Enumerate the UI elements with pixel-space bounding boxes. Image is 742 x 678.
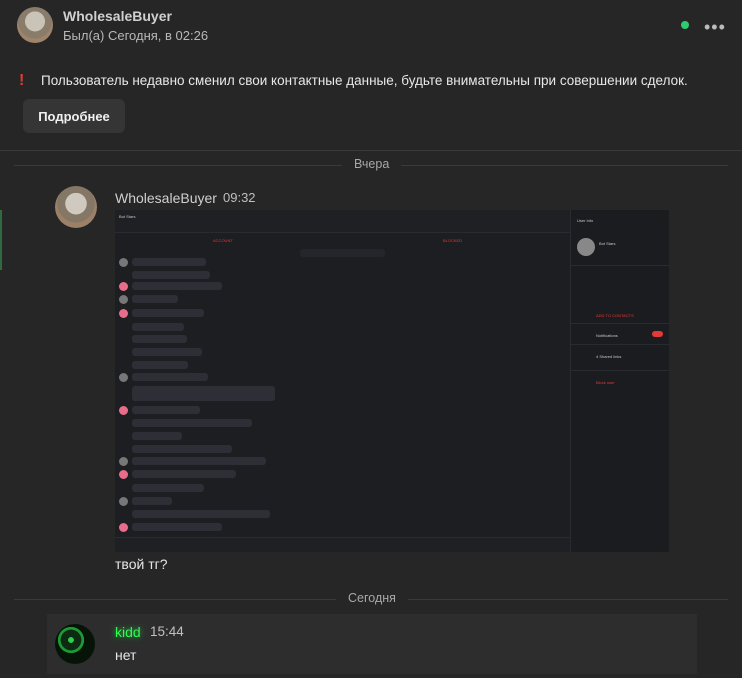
screenshot-avatar bbox=[119, 373, 128, 382]
day-separator: Сегодня bbox=[336, 591, 408, 605]
screenshot-bubble bbox=[132, 295, 178, 303]
screenshot-divider bbox=[570, 344, 669, 345]
screenshot-bubble bbox=[132, 457, 266, 465]
screenshot-red-label: BLOCKED bbox=[443, 238, 463, 243]
day-separator: Вчера bbox=[342, 157, 402, 171]
screenshot-side-title: User Info bbox=[577, 218, 594, 223]
screenshot-bubble bbox=[132, 348, 202, 356]
screenshot-divider bbox=[570, 370, 669, 371]
avatar[interactable] bbox=[17, 7, 53, 43]
screenshot-shared-links: 4 Shared links bbox=[596, 354, 622, 359]
avatar[interactable] bbox=[55, 186, 97, 228]
screenshot-block-user: Block user bbox=[596, 380, 615, 385]
screenshot-bubble bbox=[132, 258, 206, 266]
details-button[interactable]: Подробнее bbox=[23, 99, 125, 133]
message-author[interactable]: WholesaleBuyer bbox=[115, 190, 217, 206]
screenshot-add-contacts: ADD TO CONTACTS bbox=[596, 313, 634, 318]
screenshot-notifications: Notifications bbox=[596, 333, 618, 338]
screenshot-bubble bbox=[132, 470, 236, 478]
more-options-icon[interactable]: ••• bbox=[704, 17, 726, 38]
screenshot-bubble bbox=[132, 419, 252, 427]
message-highlight bbox=[47, 614, 697, 674]
screenshot-bubble bbox=[132, 373, 208, 381]
attached-screenshot[interactable]: Bot Stars ACCOUNT BLOCKED User Info Bot … bbox=[115, 210, 669, 552]
contact-name[interactable]: WholesaleBuyer bbox=[63, 8, 172, 24]
screenshot-avatar bbox=[119, 282, 128, 291]
screenshot-avatar bbox=[119, 258, 128, 267]
screenshot-chat-header: Bot Stars bbox=[115, 210, 570, 233]
screenshot-chat-title: Bot Stars bbox=[119, 214, 136, 219]
online-indicator bbox=[681, 21, 689, 29]
screenshot-bubble bbox=[132, 497, 172, 505]
screenshot-bubble bbox=[132, 323, 184, 331]
unread-accent bbox=[0, 210, 2, 270]
last-seen-status: Был(а) Сегодня, в 02:26 bbox=[63, 28, 209, 43]
message-text: твой тг? bbox=[115, 556, 168, 572]
screenshot-red-label: ACCOUNT bbox=[213, 238, 233, 243]
screenshot-bubble bbox=[132, 271, 210, 279]
screenshot-avatar bbox=[119, 523, 128, 532]
chat-header: WholesaleBuyer Был(а) Сегодня, в 02:26 •… bbox=[0, 0, 742, 60]
message-time: 09:32 bbox=[223, 190, 256, 205]
screenshot-avatar bbox=[577, 238, 595, 256]
screenshot-avatar bbox=[119, 457, 128, 466]
screenshot-bubble bbox=[132, 445, 232, 453]
divider-line bbox=[0, 150, 742, 151]
screenshot-side-user: Bot Stars bbox=[599, 241, 616, 246]
screenshot-avatar bbox=[119, 497, 128, 506]
screenshot-bubble bbox=[132, 386, 275, 401]
screenshot-bubble bbox=[132, 510, 270, 518]
screenshot-banner bbox=[300, 249, 385, 257]
screenshot-bubble bbox=[132, 523, 222, 531]
screenshot-bubble bbox=[132, 282, 222, 290]
screenshot-avatar bbox=[119, 406, 128, 415]
screenshot-input-bar bbox=[115, 537, 570, 552]
screenshot-bubble bbox=[132, 484, 204, 492]
message-author[interactable]: kidd bbox=[115, 624, 141, 640]
message-text: нет bbox=[115, 647, 137, 663]
avatar[interactable] bbox=[55, 624, 95, 664]
notice-text: Пользователь недавно сменил свои контакт… bbox=[41, 73, 688, 88]
screenshot-bubble bbox=[132, 335, 187, 343]
screenshot-avatar bbox=[119, 470, 128, 479]
screenshot-bubble bbox=[132, 361, 188, 369]
screenshot-avatar bbox=[119, 295, 128, 304]
warning-icon: ! bbox=[19, 72, 25, 89]
screenshot-bubble bbox=[132, 406, 200, 414]
message-time: 15:44 bbox=[150, 624, 184, 639]
screenshot-avatar bbox=[119, 309, 128, 318]
screenshot-bubble bbox=[132, 309, 204, 317]
screenshot-divider bbox=[570, 323, 669, 324]
screenshot-side-panel bbox=[570, 210, 669, 552]
screenshot-bubble bbox=[132, 432, 182, 440]
screenshot-divider bbox=[570, 265, 669, 266]
screenshot-toggle bbox=[652, 331, 663, 337]
screenshot-chat-pane: Bot Stars ACCOUNT BLOCKED bbox=[115, 210, 570, 552]
